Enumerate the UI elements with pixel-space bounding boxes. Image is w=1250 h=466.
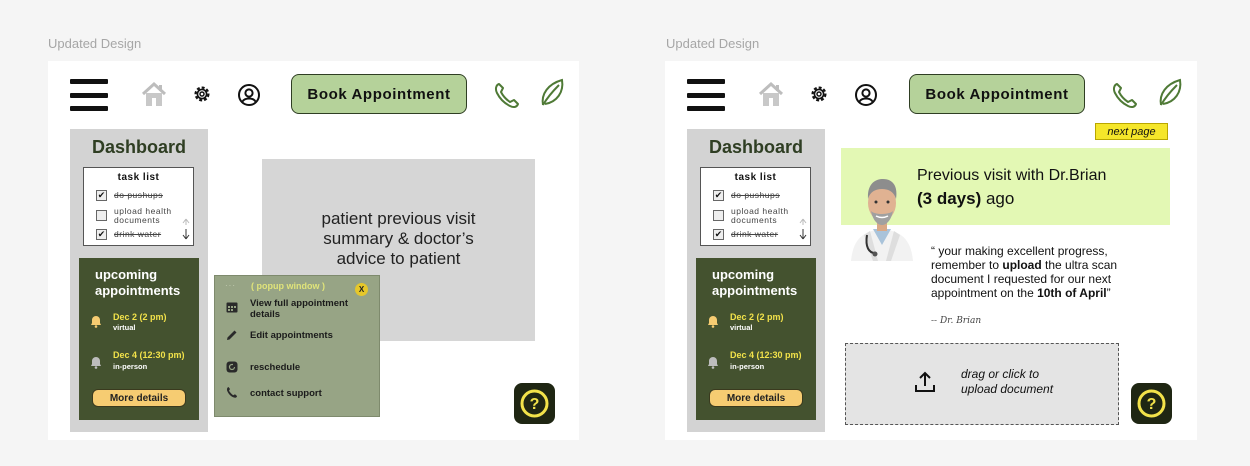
popup-item-view-details[interactable]: View full appointment details xyxy=(250,298,370,320)
appointment-date[interactable]: Dec 4 (12:30 pm) xyxy=(730,350,802,360)
appointment-type: virtual xyxy=(113,323,136,332)
bell-icon xyxy=(708,357,718,369)
book-appointment-button[interactable]: Book Appointment xyxy=(909,74,1085,114)
popup-item-reschedule[interactable]: reschedule xyxy=(250,362,300,373)
visit-summary-text: patient previous visit summary & doctor’… xyxy=(321,209,476,268)
popup-item-edit[interactable]: Edit appointments xyxy=(250,330,333,341)
upload-instructions: drag or click to upload document xyxy=(961,367,1054,396)
task-item: do pushups xyxy=(114,190,163,200)
appointments-panel: upcoming appointments Dec 2 (2 pm) virtu… xyxy=(79,258,199,420)
appointment-date[interactable]: Dec 4 (12:30 pm) xyxy=(113,350,185,360)
upload-icon xyxy=(915,371,935,392)
popup-window: ··· ( popup window ) X View full appoint… xyxy=(214,275,380,417)
task-checkbox[interactable] xyxy=(96,210,107,221)
next-page-link[interactable]: next page xyxy=(1095,123,1168,140)
doctor-signature: -- Dr. Brian xyxy=(931,316,982,326)
book-appointment-button[interactable]: Book Appointment xyxy=(291,74,467,114)
scroll-arrows-icon[interactable] xyxy=(799,218,807,240)
scroll-arrows-icon[interactable] xyxy=(182,218,190,240)
help-label: ? xyxy=(530,396,540,413)
phone-icon[interactable] xyxy=(493,81,521,109)
bell-icon xyxy=(708,316,718,328)
home-icon[interactable] xyxy=(757,81,785,107)
frame-label: Updated Design xyxy=(666,36,760,51)
frame-label: Updated Design xyxy=(48,36,142,51)
task-item: do pushups xyxy=(731,190,780,200)
dashboard-title: Dashboard xyxy=(708,137,804,157)
gear-icon[interactable] xyxy=(191,83,213,105)
home-icon[interactable] xyxy=(140,81,168,107)
task-list-title: task list xyxy=(117,172,160,183)
phone-support-icon xyxy=(226,387,237,398)
appointment-type: in-person xyxy=(113,362,148,371)
help-icon: ? xyxy=(520,389,549,418)
bell-icon xyxy=(91,316,101,328)
appointment-type: virtual xyxy=(730,323,753,332)
appointment-date[interactable]: Dec 2 (2 pm) xyxy=(113,312,167,322)
previous-visit-days: (3 days) ago xyxy=(917,189,1015,208)
help-button[interactable]: ? xyxy=(1131,383,1172,424)
menu-icon[interactable] xyxy=(70,79,108,111)
appointment-date[interactable]: Dec 2 (2 pm) xyxy=(730,312,784,322)
task-list: task list ✔ do pushups upload health doc… xyxy=(83,167,194,246)
popup-dots: ··· xyxy=(225,281,236,290)
task-checkbox[interactable]: ✔ xyxy=(713,190,724,201)
frame-1: Book Appointment Dashboard task list ✔ d… xyxy=(48,61,579,440)
previous-visit-title: Previous visit with Dr.Brian xyxy=(917,167,1107,184)
calendar-icon xyxy=(226,302,238,313)
pencil-icon xyxy=(227,330,237,340)
help-label: ? xyxy=(1147,396,1157,413)
help-icon: ? xyxy=(1137,389,1166,418)
leaf-icon xyxy=(541,78,564,106)
menu-icon[interactable] xyxy=(687,79,725,111)
doctor-advice-quote: “ your making excellent progress, rememb… xyxy=(931,244,1118,300)
appointments-title: upcoming appointments xyxy=(712,267,798,298)
task-checkbox[interactable] xyxy=(713,210,724,221)
more-details-button[interactable]: More details xyxy=(709,389,803,407)
dashboard-sidebar: Dashboard task list ✔ do pushups upload … xyxy=(687,129,825,432)
leaf-icon xyxy=(1159,78,1182,106)
help-button[interactable]: ? xyxy=(514,383,555,424)
reschedule-icon xyxy=(226,361,238,373)
task-list: task list ✔ do pushups upload health doc… xyxy=(700,167,811,246)
upload-dropzone[interactable]: drag or click to upload document xyxy=(845,343,1119,425)
user-icon[interactable] xyxy=(854,83,878,107)
task-checkbox[interactable]: ✔ xyxy=(96,190,107,201)
appointments-panel: upcoming appointments Dec 2 (2 pm) virtu… xyxy=(696,258,816,420)
user-icon[interactable] xyxy=(237,83,261,107)
bell-icon xyxy=(91,357,101,369)
appointments-title: upcoming appointments xyxy=(95,267,181,298)
frame-2: Book Appointment next page Dashboard tas… xyxy=(665,61,1197,440)
popup-item-contact-support[interactable]: contact support xyxy=(250,388,322,399)
appointment-type: in-person xyxy=(730,362,765,371)
popup-title: ( popup window ) xyxy=(251,281,325,291)
phone-icon[interactable] xyxy=(1111,81,1139,109)
task-item: upload health documents xyxy=(114,206,172,225)
dashboard-sidebar: Dashboard task list ✔ do pushups upload … xyxy=(70,129,208,432)
more-details-button[interactable]: More details xyxy=(92,389,186,407)
task-checkbox[interactable]: ✔ xyxy=(96,229,107,240)
popup-close-button[interactable]: X xyxy=(355,283,368,296)
dashboard-title: Dashboard xyxy=(91,137,187,157)
task-item: drink water xyxy=(731,229,779,239)
doctor-avatar xyxy=(851,179,913,261)
gear-icon[interactable] xyxy=(808,83,830,105)
task-item: upload health documents xyxy=(731,206,789,225)
task-list-title: task list xyxy=(734,172,777,183)
task-item: drink water xyxy=(114,229,162,239)
task-checkbox[interactable]: ✔ xyxy=(713,229,724,240)
